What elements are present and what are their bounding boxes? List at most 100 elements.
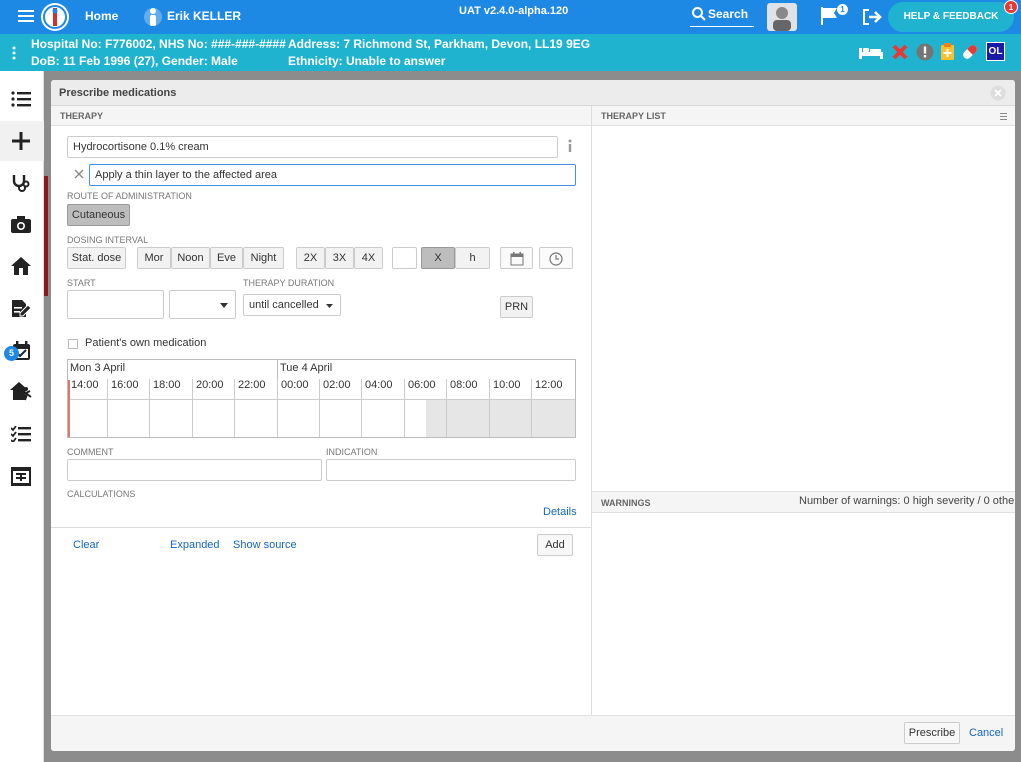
therapy-header: THERAPY [51, 106, 591, 126]
timeline-hour: 02:00 [319, 379, 351, 437]
caret-down-icon [326, 304, 333, 308]
timeline-day-tue: Tue 4 April [280, 362, 333, 374]
start-label: START [67, 278, 96, 288]
calendar-badge: 5 [4, 346, 19, 361]
prn-button[interactable]: PRN [500, 296, 533, 318]
comment-input[interactable] [67, 459, 322, 481]
timeline-hour: 16:00 [107, 379, 139, 437]
cancel-link[interactable]: Cancel [969, 727, 1003, 739]
indication-input[interactable] [326, 459, 576, 481]
app-logo-icon[interactable] [40, 2, 70, 32]
search-underline [690, 26, 754, 27]
warnings-title: WARNINGS [601, 498, 651, 508]
modal-title: Prescribe medications [59, 87, 177, 99]
house-icon[interactable] [11, 257, 31, 275]
stethoscope-icon[interactable] [11, 173, 31, 193]
therapy-duration-label: THERAPY DURATION [243, 278, 335, 288]
start-time-select[interactable] [169, 290, 236, 319]
logout-icon[interactable] [862, 8, 882, 26]
morning-button[interactable]: Mor [137, 247, 171, 269]
timeline-grid: Mon 3 April Tue 4 April 14:00 16:00 18:0… [67, 359, 576, 438]
expanded-link[interactable]: Expanded [170, 539, 220, 551]
clear-instruction-icon[interactable] [74, 169, 84, 179]
plus-icon[interactable] [12, 132, 30, 150]
clear-link[interactable]: Clear [73, 539, 99, 551]
ol-badge[interactable]: OL [986, 42, 1005, 61]
list-menu-icon[interactable] [1000, 113, 1007, 120]
user-name[interactable]: Erik KELLER [167, 9, 241, 23]
add-button[interactable]: Add [537, 534, 573, 556]
clock-icon [549, 252, 563, 266]
home-link[interactable]: Home [85, 9, 118, 23]
left-sidebar: 5 [0, 71, 44, 762]
night-button[interactable]: Night [243, 247, 284, 269]
close-icon[interactable] [990, 85, 1006, 101]
house-exit-icon[interactable] [10, 382, 32, 401]
therapy-duration-value: until cancelled [249, 299, 319, 311]
camera-icon[interactable] [11, 216, 31, 233]
schedule-button[interactable] [539, 247, 573, 269]
cutaneous-button[interactable]: Cutaneous [67, 204, 130, 226]
flag-badge: 1 [837, 4, 848, 15]
help-feedback-button[interactable]: HELP & FEEDBACK [888, 2, 1014, 32]
therapy-list-header: THERAPY LIST [592, 106, 1015, 126]
search-button[interactable]: Search [708, 7, 748, 21]
show-source-link[interactable]: Show source [233, 539, 297, 551]
warnings-summary: Number of warnings: 0 high severity / 0 … [799, 495, 1015, 507]
frequency-input[interactable] [392, 247, 417, 269]
avatar[interactable] [767, 3, 797, 31]
details-link[interactable]: Details [543, 506, 577, 518]
noon-button[interactable]: Noon [171, 247, 210, 269]
calendar-button[interactable] [500, 247, 533, 269]
version-label: UAT v2.4.0-alpha.120 [459, 5, 569, 17]
calculations-label: CALCULATIONS [67, 489, 136, 499]
modal-footer [51, 715, 1015, 751]
menu-icon[interactable] [18, 9, 34, 23]
three-times-button[interactable]: 3X [325, 247, 354, 269]
table-icon[interactable] [11, 467, 31, 486]
timeline-hour: 04:00 [361, 379, 393, 437]
comment-label: COMMENT [67, 447, 114, 457]
clipboard-icon[interactable] [940, 42, 955, 61]
checklist-icon[interactable] [11, 426, 31, 442]
own-medication-checkbox[interactable] [68, 339, 78, 349]
timeline-hour: 00:00 [277, 379, 309, 437]
instruction-field[interactable]: Apply a thin layer to the affected area [89, 164, 576, 186]
medication-field[interactable]: Hydrocortisone 0.1% cream [67, 136, 558, 158]
more-vertical-icon[interactable] [12, 46, 16, 60]
bed-icon[interactable] [858, 44, 884, 60]
timeline-hour: 08:00 [446, 379, 478, 437]
patient-bar: Hospital No: F776002, NHS No: ###-###-##… [0, 34, 1021, 71]
info-icon[interactable] [566, 139, 574, 153]
red-cross-icon[interactable] [892, 44, 908, 60]
timeline-hour: 18:00 [149, 379, 181, 437]
prescribe-button[interactable]: Prescribe [904, 722, 960, 744]
twice-daily-button[interactable]: 2X [296, 247, 325, 269]
patient-address: Address: 7 Richmond St, Parkham, Devon, … [288, 37, 591, 51]
patient-ethnicity: Ethnicity: Unable to answer [288, 54, 446, 68]
own-medication-label: Patient's own medication [85, 337, 207, 349]
start-date-input[interactable] [67, 290, 164, 319]
dosing-interval-label: DOSING INTERVAL [67, 235, 149, 245]
four-times-button[interactable]: 4X [354, 247, 383, 269]
timeline-hour: 20:00 [192, 379, 224, 437]
alert-icon[interactable] [916, 43, 934, 61]
indication-label: INDICATION [326, 447, 378, 457]
therapy-duration-select[interactable]: until cancelled [243, 294, 341, 316]
timeline-hour: 22:00 [234, 379, 266, 437]
top-bar: Home Erik KELLER UAT v2.4.0-alpha.120 Se… [0, 0, 1021, 34]
stat-dose-button[interactable]: Stat. dose [67, 247, 126, 269]
timeline-hour: 06:00 [404, 379, 436, 437]
search-icon[interactable] [692, 7, 706, 21]
background-strip [44, 176, 48, 296]
edit-document-icon[interactable] [11, 299, 31, 318]
evening-button[interactable]: Eve [210, 247, 243, 269]
times-unit-button[interactable]: X [421, 247, 455, 269]
route-label: ROUTE OF ADMINISTRATION [67, 191, 192, 201]
pill-icon[interactable] [960, 42, 980, 62]
timeline-day-mon: Mon 3 April [70, 362, 126, 374]
list-icon[interactable] [11, 91, 31, 107]
modal-header: Prescribe medications [51, 80, 1015, 106]
timeline-hour: 14:00 [71, 379, 99, 391]
hours-unit-button[interactable]: h [455, 247, 490, 269]
